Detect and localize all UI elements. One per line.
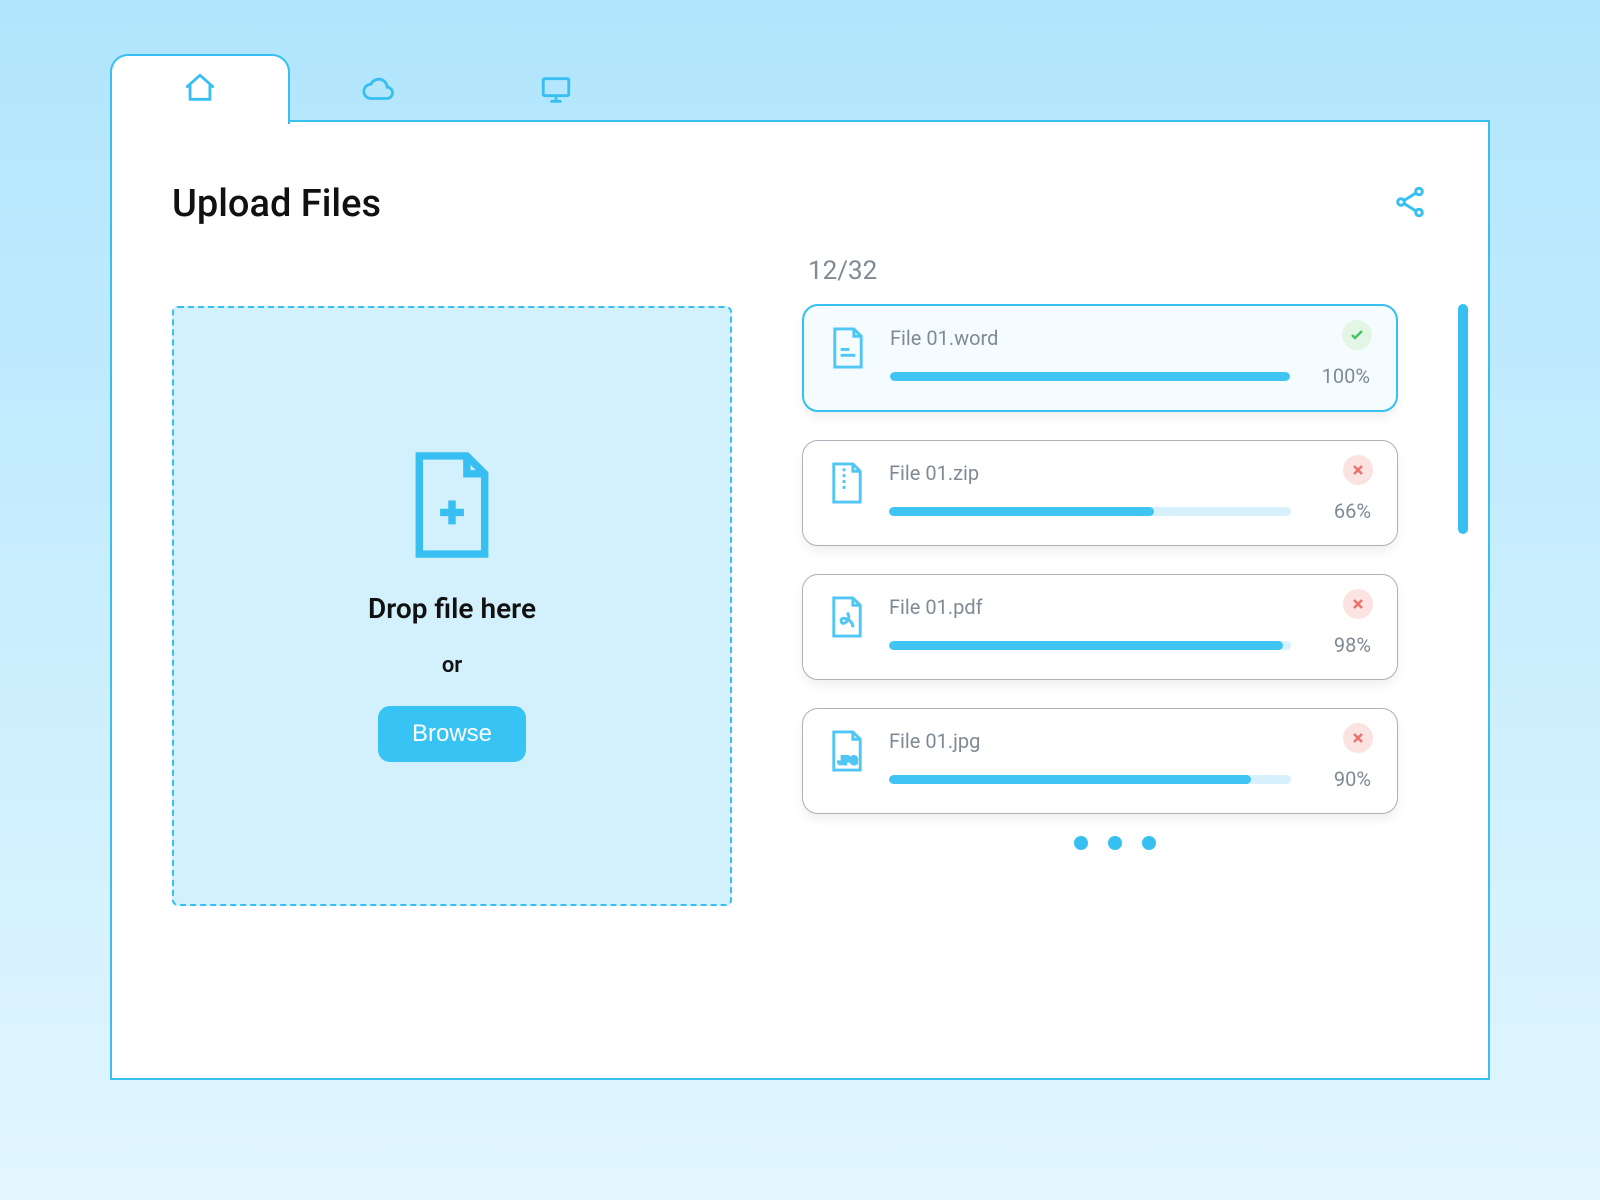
pagination-dots (802, 836, 1428, 850)
home-icon (183, 71, 217, 109)
file-type-icon (829, 595, 865, 643)
dropzone[interactable]: Drop file here or Browse (172, 306, 732, 906)
tab-cloud[interactable] (288, 56, 468, 126)
svg-text:JPG: JPG (838, 754, 857, 767)
progress-fill (889, 641, 1283, 650)
file-card[interactable]: JPG File 01.jpg 90% (802, 708, 1398, 814)
progress-bar (889, 507, 1291, 516)
progress-percent: 100% (1312, 364, 1370, 388)
file-body: File 01.zip 66% (889, 461, 1371, 523)
drop-text: Drop file here (368, 592, 536, 625)
uploads-panel: 12/32 File 01.word100%File 01.zip66%File… (802, 256, 1428, 1048)
file-type-icon (830, 326, 866, 374)
file-name: File 01.word (890, 326, 1370, 350)
progress-bar (890, 372, 1290, 381)
content: Upload Files Drop file here or Browse 12… (112, 122, 1488, 1078)
main: Drop file here or Browse 12/32 File 01.w… (172, 256, 1428, 1048)
progress-row: 66% (889, 499, 1371, 523)
file-name: File 01.jpg (889, 729, 1371, 753)
file-card[interactable]: File 01.word 100% (802, 304, 1398, 412)
tabs (110, 54, 644, 124)
close-icon[interactable] (1343, 723, 1373, 753)
progress-fill (890, 372, 1290, 381)
file-name: File 01.pdf (889, 595, 1371, 619)
file-type-icon: JPG (829, 729, 865, 777)
file-card[interactable]: File 01.zip 66% (802, 440, 1398, 546)
file-type-icon (829, 461, 865, 509)
tab-desktop[interactable] (466, 56, 646, 126)
share-button[interactable] (1392, 184, 1428, 224)
progress-fill (889, 507, 1154, 516)
file-body: File 01.pdf 98% (889, 595, 1371, 657)
browse-button[interactable]: Browse (378, 706, 526, 762)
page-title: Upload Files (172, 182, 381, 226)
scrollbar[interactable] (1458, 304, 1468, 534)
progress-bar (889, 641, 1291, 650)
close-icon[interactable] (1343, 589, 1373, 619)
check-icon[interactable] (1342, 320, 1372, 350)
cloud-icon (361, 73, 395, 111)
file-list: File 01.word 100% File 01.zip 66% File 01.pd… (802, 304, 1428, 814)
dot[interactable] (1108, 836, 1122, 850)
file-body: File 01.jpg 90% (889, 729, 1371, 791)
or-text: or (442, 653, 462, 678)
progress-percent: 90% (1313, 767, 1371, 791)
progress-bar (889, 775, 1291, 784)
upload-panel: Upload Files Drop file here or Browse 12… (110, 120, 1490, 1080)
tab-home[interactable] (110, 54, 290, 124)
upload-count: 12/32 (808, 256, 1428, 286)
header: Upload Files (172, 182, 1428, 226)
progress-row: 98% (889, 633, 1371, 657)
file-plus-icon (407, 450, 497, 564)
file-card[interactable]: File 01.pdf 98% (802, 574, 1398, 680)
file-name: File 01.zip (889, 461, 1371, 485)
progress-fill (889, 775, 1251, 784)
dot[interactable] (1142, 836, 1156, 850)
file-body: File 01.word 100% (890, 326, 1370, 388)
close-icon[interactable] (1343, 455, 1373, 485)
progress-row: 100% (890, 364, 1370, 388)
dot[interactable] (1074, 836, 1088, 850)
monitor-icon (539, 73, 573, 111)
progress-percent: 66% (1313, 499, 1371, 523)
progress-row: 90% (889, 767, 1371, 791)
progress-percent: 98% (1313, 633, 1371, 657)
